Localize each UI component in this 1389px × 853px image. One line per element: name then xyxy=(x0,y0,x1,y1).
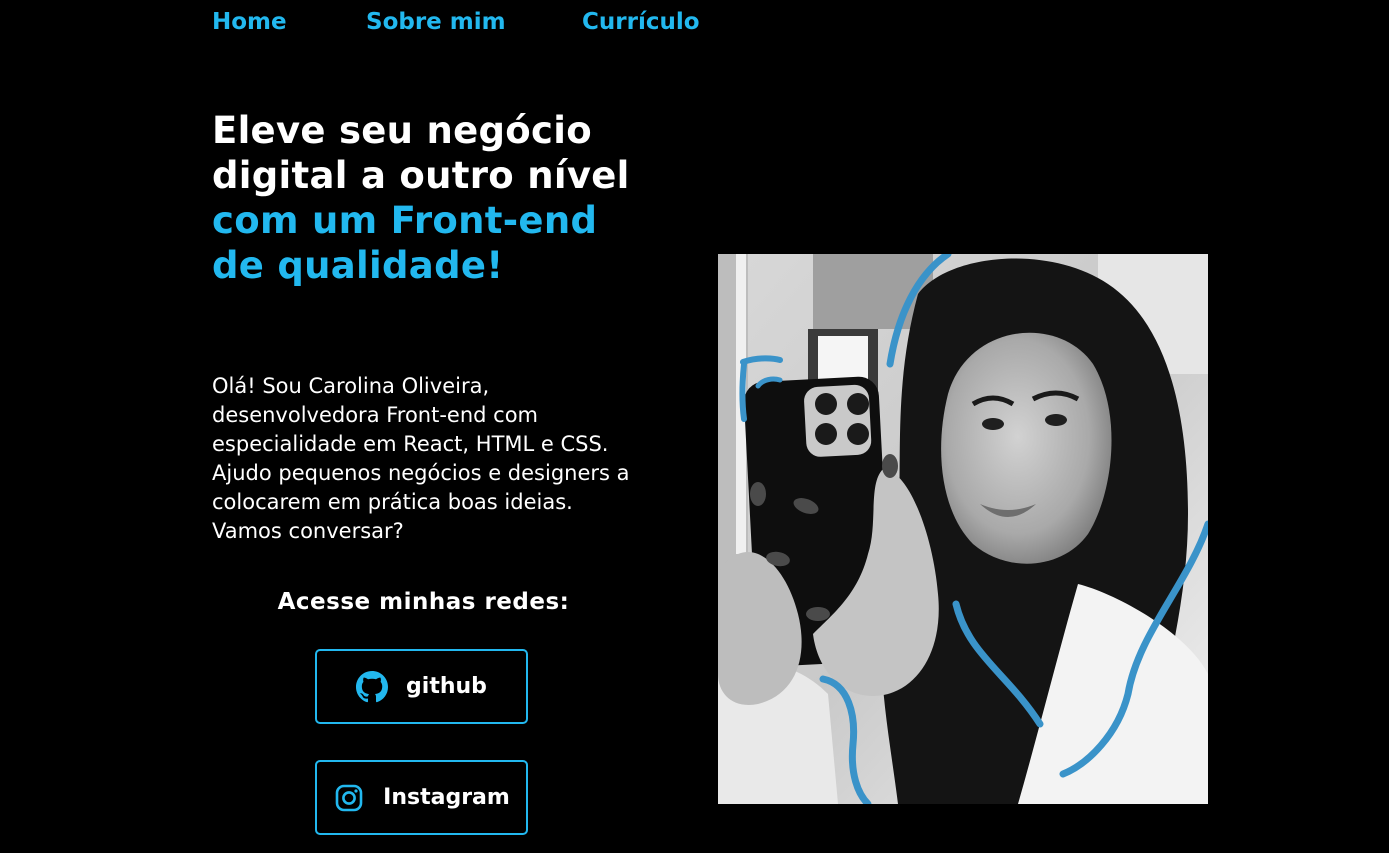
hero-intro-text: Olá! Sou Carolina Oliveira, desenvolvedo… xyxy=(212,374,630,543)
top-nav: Home Sobre mim Currículo xyxy=(212,6,700,38)
nav-link-sobre-mim[interactable]: Sobre mim xyxy=(366,6,582,38)
hero-headline: Eleve seu negócio digital a outro nível … xyxy=(212,108,642,288)
networks-title: Acesse minhas redes: xyxy=(277,589,570,615)
instagram-label: Instagram xyxy=(383,785,510,810)
profile-photo xyxy=(718,254,1208,804)
github-label: github xyxy=(406,674,487,699)
headline-accent-part: com um Front-end de qualidade! xyxy=(212,199,598,287)
nav-link-home[interactable]: Home xyxy=(212,6,366,38)
page: Home Sobre mim Currículo Eleve seu negóc… xyxy=(0,0,1389,853)
github-button[interactable]: github xyxy=(315,649,528,724)
headline-white-part: Eleve seu negócio digital a outro nível xyxy=(212,109,630,197)
instagram-button[interactable]: Instagram xyxy=(315,760,528,835)
instagram-icon xyxy=(333,782,365,814)
github-icon xyxy=(356,670,389,703)
nav-link-curriculo[interactable]: Currículo xyxy=(582,6,700,38)
